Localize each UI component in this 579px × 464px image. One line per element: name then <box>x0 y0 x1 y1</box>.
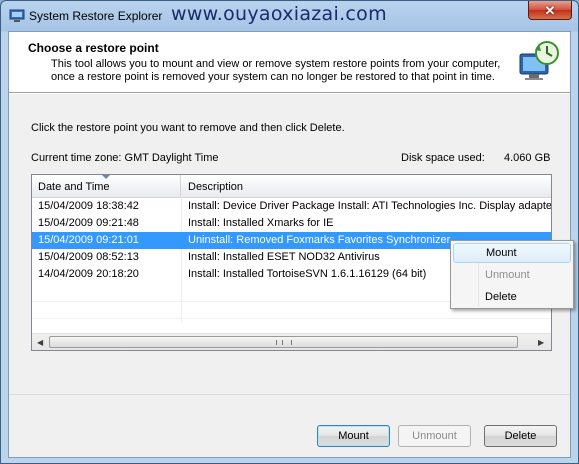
scroll-grip-icon <box>276 340 292 345</box>
header-separator <box>9 93 570 94</box>
column-header-description[interactable]: Description <box>182 175 243 193</box>
context-menu-mount[interactable]: Mount <box>453 243 571 263</box>
close-button[interactable]: ✕ <box>528 1 572 20</box>
row-date: 15/04/2009 18:38:42 <box>38 200 139 212</box>
horizontal-scrollbar[interactable]: ◀ ▶ <box>32 333 551 350</box>
row-description: Install: Installed TortoiseSVN 1.6.1.161… <box>188 268 427 280</box>
title-bar[interactable]: System Restore Explorer www.ouyaoxiazai.… <box>1 1 578 31</box>
system-restore-app-icon <box>9 9 25 22</box>
context-menu-unmount[interactable]: Unmount <box>453 265 571 285</box>
row-description: Install: Installed Xmarks for IE <box>188 217 334 229</box>
unmount-button[interactable]: Unmount <box>398 425 471 447</box>
header-panel: Choose a restore point This tool allows … <box>9 32 570 93</box>
row-date: 14/04/2009 20:18:20 <box>38 268 139 280</box>
table-row[interactable]: 15/04/2009 09:21:48 Install: Installed X… <box>32 215 551 232</box>
disk-space-value: 4.060 GB <box>504 152 551 164</box>
delete-button[interactable]: Delete <box>484 425 557 447</box>
timezone-value: GMT Daylight Time <box>124 152 219 164</box>
system-restore-clock-icon <box>519 41 559 80</box>
list-column-headers: Date and Time Description <box>32 175 551 198</box>
row-date: 15/04/2009 08:52:13 <box>38 251 139 263</box>
row-date: 15/04/2009 09:21:48 <box>38 217 139 229</box>
context-menu: Mount Unmount Delete <box>450 240 574 309</box>
table-row[interactable]: 15/04/2009 18:38:42 Install: Device Driv… <box>32 198 551 215</box>
mount-button[interactable]: Mount <box>317 425 390 447</box>
sort-arrow-icon <box>102 175 110 179</box>
row-date: 15/04/2009 09:21:01 <box>38 234 139 246</box>
instruction-text: Click the restore point you want to remo… <box>31 122 345 134</box>
close-icon: ✕ <box>544 2 556 18</box>
row-description: Uninstall: Removed Foxmarks Favorites Sy… <box>188 234 451 246</box>
row-description: Install: Installed ESET NOD32 Antivirus <box>188 251 380 263</box>
scroll-right-icon[interactable]: ▶ <box>538 338 544 347</box>
disk-space-label: Disk space used: <box>401 152 485 164</box>
timezone-info: Current time zone: GMT Daylight Time <box>31 152 218 164</box>
header-title: Choose a restore point <box>28 41 159 55</box>
row-description: Install: Device Driver Package Install: … <box>188 200 552 212</box>
window-title: System Restore Explorer <box>29 9 163 23</box>
header-description: This tool allows you to mount and view o… <box>51 58 501 83</box>
context-menu-delete[interactable]: Delete <box>453 287 571 307</box>
app-window: System Restore Explorer www.ouyaoxiazai.… <box>0 0 579 464</box>
scrollbar-thumb[interactable] <box>49 336 518 348</box>
footer-separator <box>9 394 570 395</box>
scroll-left-icon[interactable]: ◀ <box>37 338 43 347</box>
row-gridline <box>32 318 551 319</box>
timezone-label: Current time zone: <box>31 152 122 164</box>
watermark-text: www.ouyaoxiazai.com <box>171 3 387 25</box>
